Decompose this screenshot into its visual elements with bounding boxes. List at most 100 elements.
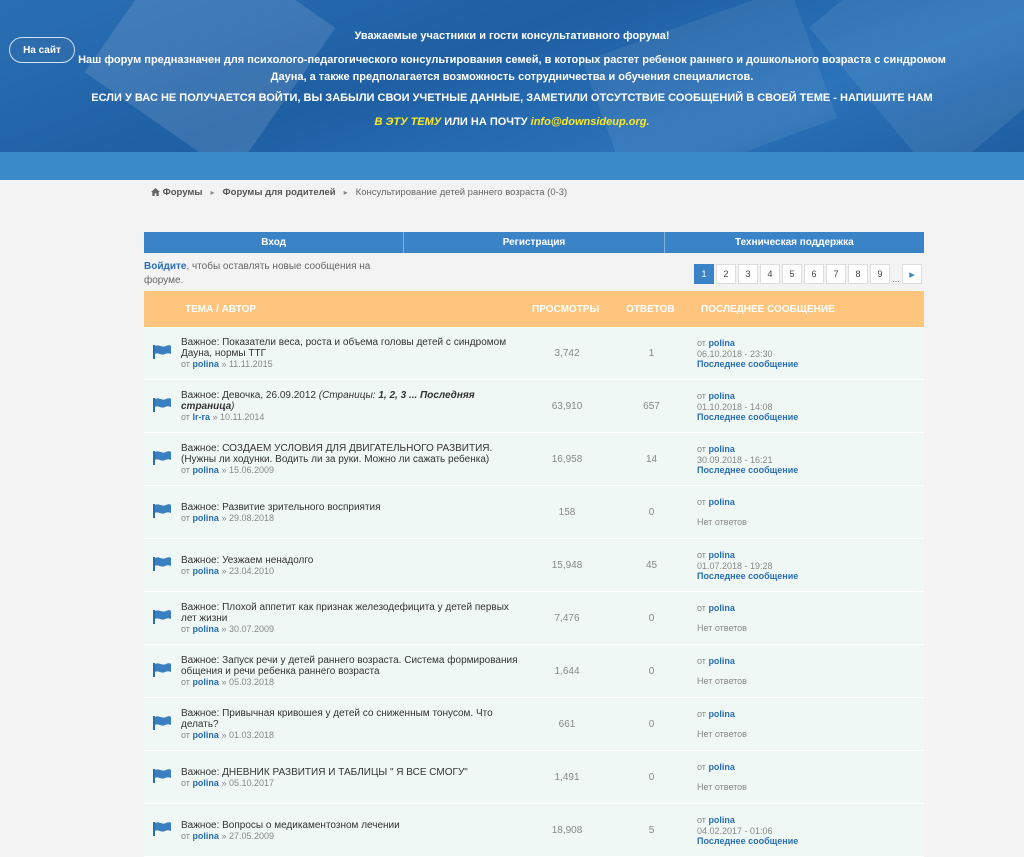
topic-author[interactable]: polina bbox=[192, 730, 219, 740]
date-separator: » bbox=[209, 412, 220, 422]
topic-title-text[interactable]: Важное: ДНЕВНИК РАЗВИТИЯ И ТАБЛИЦЫ " Я В… bbox=[181, 767, 468, 778]
login-prompt: Войдите, чтобы оставлять новые сообщения… bbox=[144, 260, 374, 288]
topic-title[interactable]: Важное: Развитие зрительного восприятия о… bbox=[181, 502, 521, 524]
topic-title-text[interactable]: Важное: Показатели веса, роста и объема … bbox=[181, 337, 506, 359]
page-button-1[interactable]: 1 bbox=[694, 264, 714, 284]
topic-title-text[interactable]: Важное: Плохой аппетит как признак желез… bbox=[181, 602, 509, 624]
last-post: от polina Нет ответов bbox=[697, 709, 747, 739]
topic-title[interactable]: Важное: Показатели веса, роста и объема … bbox=[181, 337, 521, 370]
topic-replies: 0 bbox=[648, 719, 655, 730]
topic-title-text[interactable]: Важное: Запуск речи у детей раннего возр… bbox=[181, 655, 518, 677]
login-link[interactable]: Войдите bbox=[144, 261, 186, 272]
next-page-button[interactable]: ▸ bbox=[902, 264, 922, 284]
breadcrumb-separator: ▸ bbox=[210, 188, 215, 197]
col-replies[interactable]: ОТВЕТОВ bbox=[626, 304, 675, 315]
topic-date: 11.11.2015 bbox=[228, 359, 273, 369]
register-button[interactable]: Регистрация bbox=[404, 232, 665, 253]
topic-title[interactable]: Важное: Девочка, 26.09.2012 (Страницы: 1… bbox=[181, 390, 521, 423]
by-prefix: от bbox=[697, 815, 709, 825]
topic-title-text[interactable]: Важное: Привычная кривошея у детей со сн… bbox=[181, 708, 493, 730]
by-prefix: от bbox=[697, 709, 709, 719]
topic-title[interactable]: Важное: Плохой аппетит как признак желез… bbox=[181, 602, 521, 635]
last-post-author[interactable]: polina bbox=[708, 656, 735, 666]
last-post-author[interactable]: polina bbox=[708, 762, 735, 772]
last-post-author[interactable]: polina bbox=[708, 815, 735, 825]
last-post-link[interactable]: Последнее сообщение bbox=[697, 465, 798, 475]
last-post-author[interactable]: polina bbox=[708, 338, 735, 348]
last-post-author[interactable]: polina bbox=[708, 497, 735, 507]
topic-views: 158 bbox=[558, 507, 576, 518]
breadcrumb: Форумы ▸ Форумы для родителей ▸ Консульт… bbox=[151, 187, 567, 198]
topic-author-line: от polina » 23.04.2010 bbox=[181, 566, 274, 576]
topic-views: 1,644 bbox=[554, 666, 580, 677]
last-post-link[interactable]: Последнее сообщение bbox=[697, 359, 798, 369]
support-topic-link[interactable]: В ЭТУ ТЕМУ bbox=[374, 116, 441, 128]
topic-date: 30.07.2009 bbox=[228, 624, 274, 634]
page-button-4[interactable]: 4 bbox=[760, 264, 780, 284]
by-prefix: от bbox=[697, 656, 709, 666]
topic-author[interactable]: polina bbox=[192, 359, 219, 369]
last-post-link[interactable]: Последнее сообщение bbox=[697, 836, 798, 846]
topic-date: 29.08.2018 bbox=[228, 513, 274, 523]
topic-replies: 14 bbox=[645, 454, 658, 465]
header-decoration bbox=[84, 0, 336, 176]
page-button-8[interactable]: 8 bbox=[848, 264, 868, 284]
topic-title-text[interactable]: Важное: Вопросы о медикаментозном лечени… bbox=[181, 820, 400, 831]
by-prefix: от bbox=[697, 338, 709, 348]
topic-date: 15.06.2009 bbox=[228, 465, 274, 475]
page-button-2[interactable]: 2 bbox=[716, 264, 736, 284]
table-row: Важное: Привычная кривошея у детей со сн… bbox=[144, 698, 924, 751]
topic-author[interactable]: polina bbox=[192, 465, 219, 475]
support-button[interactable]: Техническая поддержка bbox=[664, 232, 924, 253]
page-button-6[interactable]: 6 bbox=[804, 264, 824, 284]
table-row: Важное: Запуск речи у детей раннего возр… bbox=[144, 645, 924, 698]
header-contact: В ЭТУ ТЕМУ ИЛИ НА ПОЧТУ info@downsideup.… bbox=[0, 116, 1024, 128]
page-button-7[interactable]: 7 bbox=[826, 264, 846, 284]
breadcrumb-separator: ▸ bbox=[343, 188, 348, 197]
topic-author-line: от polina » 05.03.2018 bbox=[181, 677, 274, 687]
breadcrumb-parent[interactable]: Форумы для родителей bbox=[223, 187, 336, 198]
site-header: На сайт Уважаемые участники и гости конс… bbox=[0, 0, 1024, 180]
last-post-link[interactable]: Последнее сообщение bbox=[697, 412, 798, 422]
topic-title-text[interactable]: Важное: Девочка, 26.09.2012 bbox=[181, 390, 316, 401]
last-post-link[interactable]: Последнее сообщение bbox=[697, 571, 798, 581]
topic-author[interactable]: polina bbox=[192, 566, 219, 576]
topic-author[interactable]: Ir-ra bbox=[192, 412, 210, 422]
topic-views: 661 bbox=[558, 719, 576, 730]
page-button-3[interactable]: 3 bbox=[738, 264, 758, 284]
topic-title-text[interactable]: Важное: Уезжаем ненадолго bbox=[181, 555, 313, 566]
flag-icon bbox=[153, 451, 171, 465]
last-post-author[interactable]: polina bbox=[708, 550, 735, 560]
topic-title-text[interactable]: Важное: СОЗДАЕМ УСЛОВИЯ ДЛЯ ДВИГАТЕЛЬНОГ… bbox=[181, 443, 492, 465]
header-notice: ЕСЛИ У ВАС НЕ ПОЛУЧАЕТСЯ ВОЙТИ, ВЫ ЗАБЫЛ… bbox=[91, 92, 933, 104]
by-prefix: от bbox=[697, 603, 709, 613]
topic-author[interactable]: polina bbox=[192, 778, 219, 788]
page-button-9[interactable]: 9 bbox=[870, 264, 890, 284]
topic-title[interactable]: Важное: СОЗДАЕМ УСЛОВИЯ ДЛЯ ДВИГАТЕЛЬНОГ… bbox=[181, 443, 521, 476]
flag-icon bbox=[153, 557, 171, 571]
by-prefix: от bbox=[697, 391, 709, 401]
topic-title[interactable]: Важное: ДНЕВНИК РАЗВИТИЯ И ТАБЛИЦЫ " Я В… bbox=[181, 767, 521, 789]
page-button-5[interactable]: 5 bbox=[782, 264, 802, 284]
topic-author[interactable]: polina bbox=[192, 677, 219, 687]
last-post-author[interactable]: polina bbox=[708, 603, 735, 613]
col-views[interactable]: ПРОСМОТРЫ bbox=[532, 304, 599, 315]
topic-title[interactable]: Важное: Уезжаем ненадолго от polina » 23.… bbox=[181, 555, 521, 577]
last-post-author[interactable]: polina bbox=[708, 391, 735, 401]
topic-author[interactable]: polina bbox=[192, 624, 219, 634]
topic-author[interactable]: polina bbox=[192, 831, 219, 841]
topic-title[interactable]: Важное: Запуск речи у детей раннего возр… bbox=[181, 655, 521, 688]
topic-title-text[interactable]: Важное: Развитие зрительного восприятия bbox=[181, 502, 381, 513]
login-button[interactable]: Вход bbox=[144, 232, 405, 253]
topic-title[interactable]: Важное: Привычная кривошея у детей со сн… bbox=[181, 708, 521, 741]
topic-author[interactable]: polina bbox=[192, 513, 219, 523]
support-email-link[interactable]: info@downsideup.org. bbox=[531, 116, 650, 128]
last-post-author[interactable]: polina bbox=[708, 444, 735, 454]
breadcrumb-home[interactable]: Форумы bbox=[151, 187, 203, 198]
col-last-post[interactable]: ПОСЛЕДНЕЕ СООБЩЕНИЕ bbox=[701, 304, 835, 315]
col-topic[interactable]: ТЕМА / АВТОР bbox=[185, 304, 256, 315]
by-prefix: от bbox=[181, 359, 193, 369]
topic-title[interactable]: Важное: Вопросы о медикаментозном лечени… bbox=[181, 820, 521, 842]
pagination: 1 2 3 4 5 6 7 8 9... ▸ bbox=[694, 264, 922, 284]
last-post-author[interactable]: polina bbox=[708, 709, 735, 719]
